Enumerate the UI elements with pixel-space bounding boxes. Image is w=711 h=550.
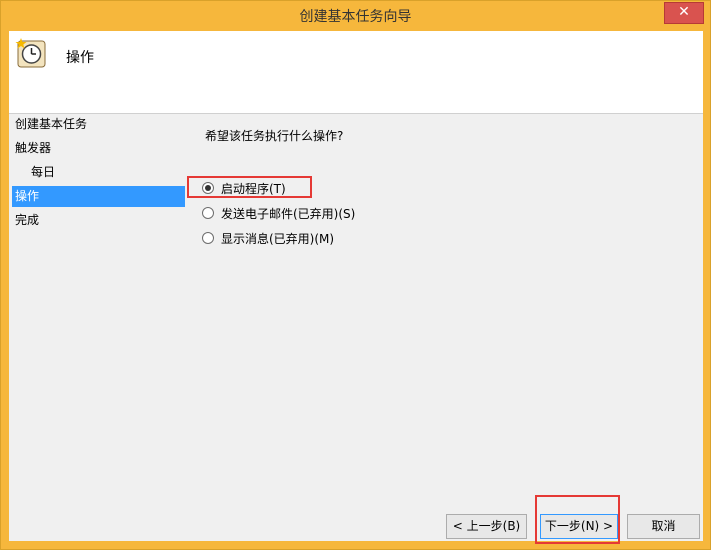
radio-button[interactable] <box>202 207 214 219</box>
action-panel: 希望该任务执行什么操作? 启动程序(T) 发送电子邮件(已弃用)(S) 显示消息… <box>189 114 703 484</box>
cancel-button[interactable]: 取消 <box>627 514 700 539</box>
nav-step-trigger: 触发器 <box>15 141 52 155</box>
window-title: 创建基本任务向导 <box>299 9 412 25</box>
close-icon: ✕ <box>678 4 690 20</box>
highlight-box-start-program <box>187 176 312 198</box>
wizard-window: 创建基本任务向导 ✕ 操作 创建基本任务 触发器 每日 操作 完成 希望该任务执… <box>0 0 711 550</box>
close-button[interactable]: ✕ <box>664 2 704 24</box>
option-label[interactable]: 发送电子邮件(已弃用)(S) <box>221 205 355 222</box>
radio-button[interactable] <box>202 232 214 244</box>
wizard-steps-nav: 创建基本任务 触发器 每日 操作 完成 <box>9 114 189 541</box>
page-title: 操作 <box>66 50 94 66</box>
highlight-box-next <box>535 495 620 544</box>
title-bar: 创建基本任务向导 ✕ <box>1 1 710 27</box>
option-label[interactable]: 显示消息(已弃用)(M) <box>221 230 334 247</box>
action-question: 希望该任务执行什么操作? <box>205 129 344 143</box>
back-button[interactable]: < 上一步(B) <box>446 514 527 539</box>
scheduled-task-clock-icon <box>15 38 46 68</box>
nav-step-finish: 完成 <box>15 213 40 227</box>
nav-step-create-basic-task: 创建基本任务 <box>15 117 88 131</box>
wizard-header: 操作 <box>9 31 703 114</box>
nav-step-daily: 每日 <box>31 165 56 179</box>
nav-step-action: 操作 <box>12 186 185 207</box>
wizard-client-area: 操作 创建基本任务 触发器 每日 操作 完成 希望该任务执行什么操作? 启动程序… <box>9 31 703 541</box>
